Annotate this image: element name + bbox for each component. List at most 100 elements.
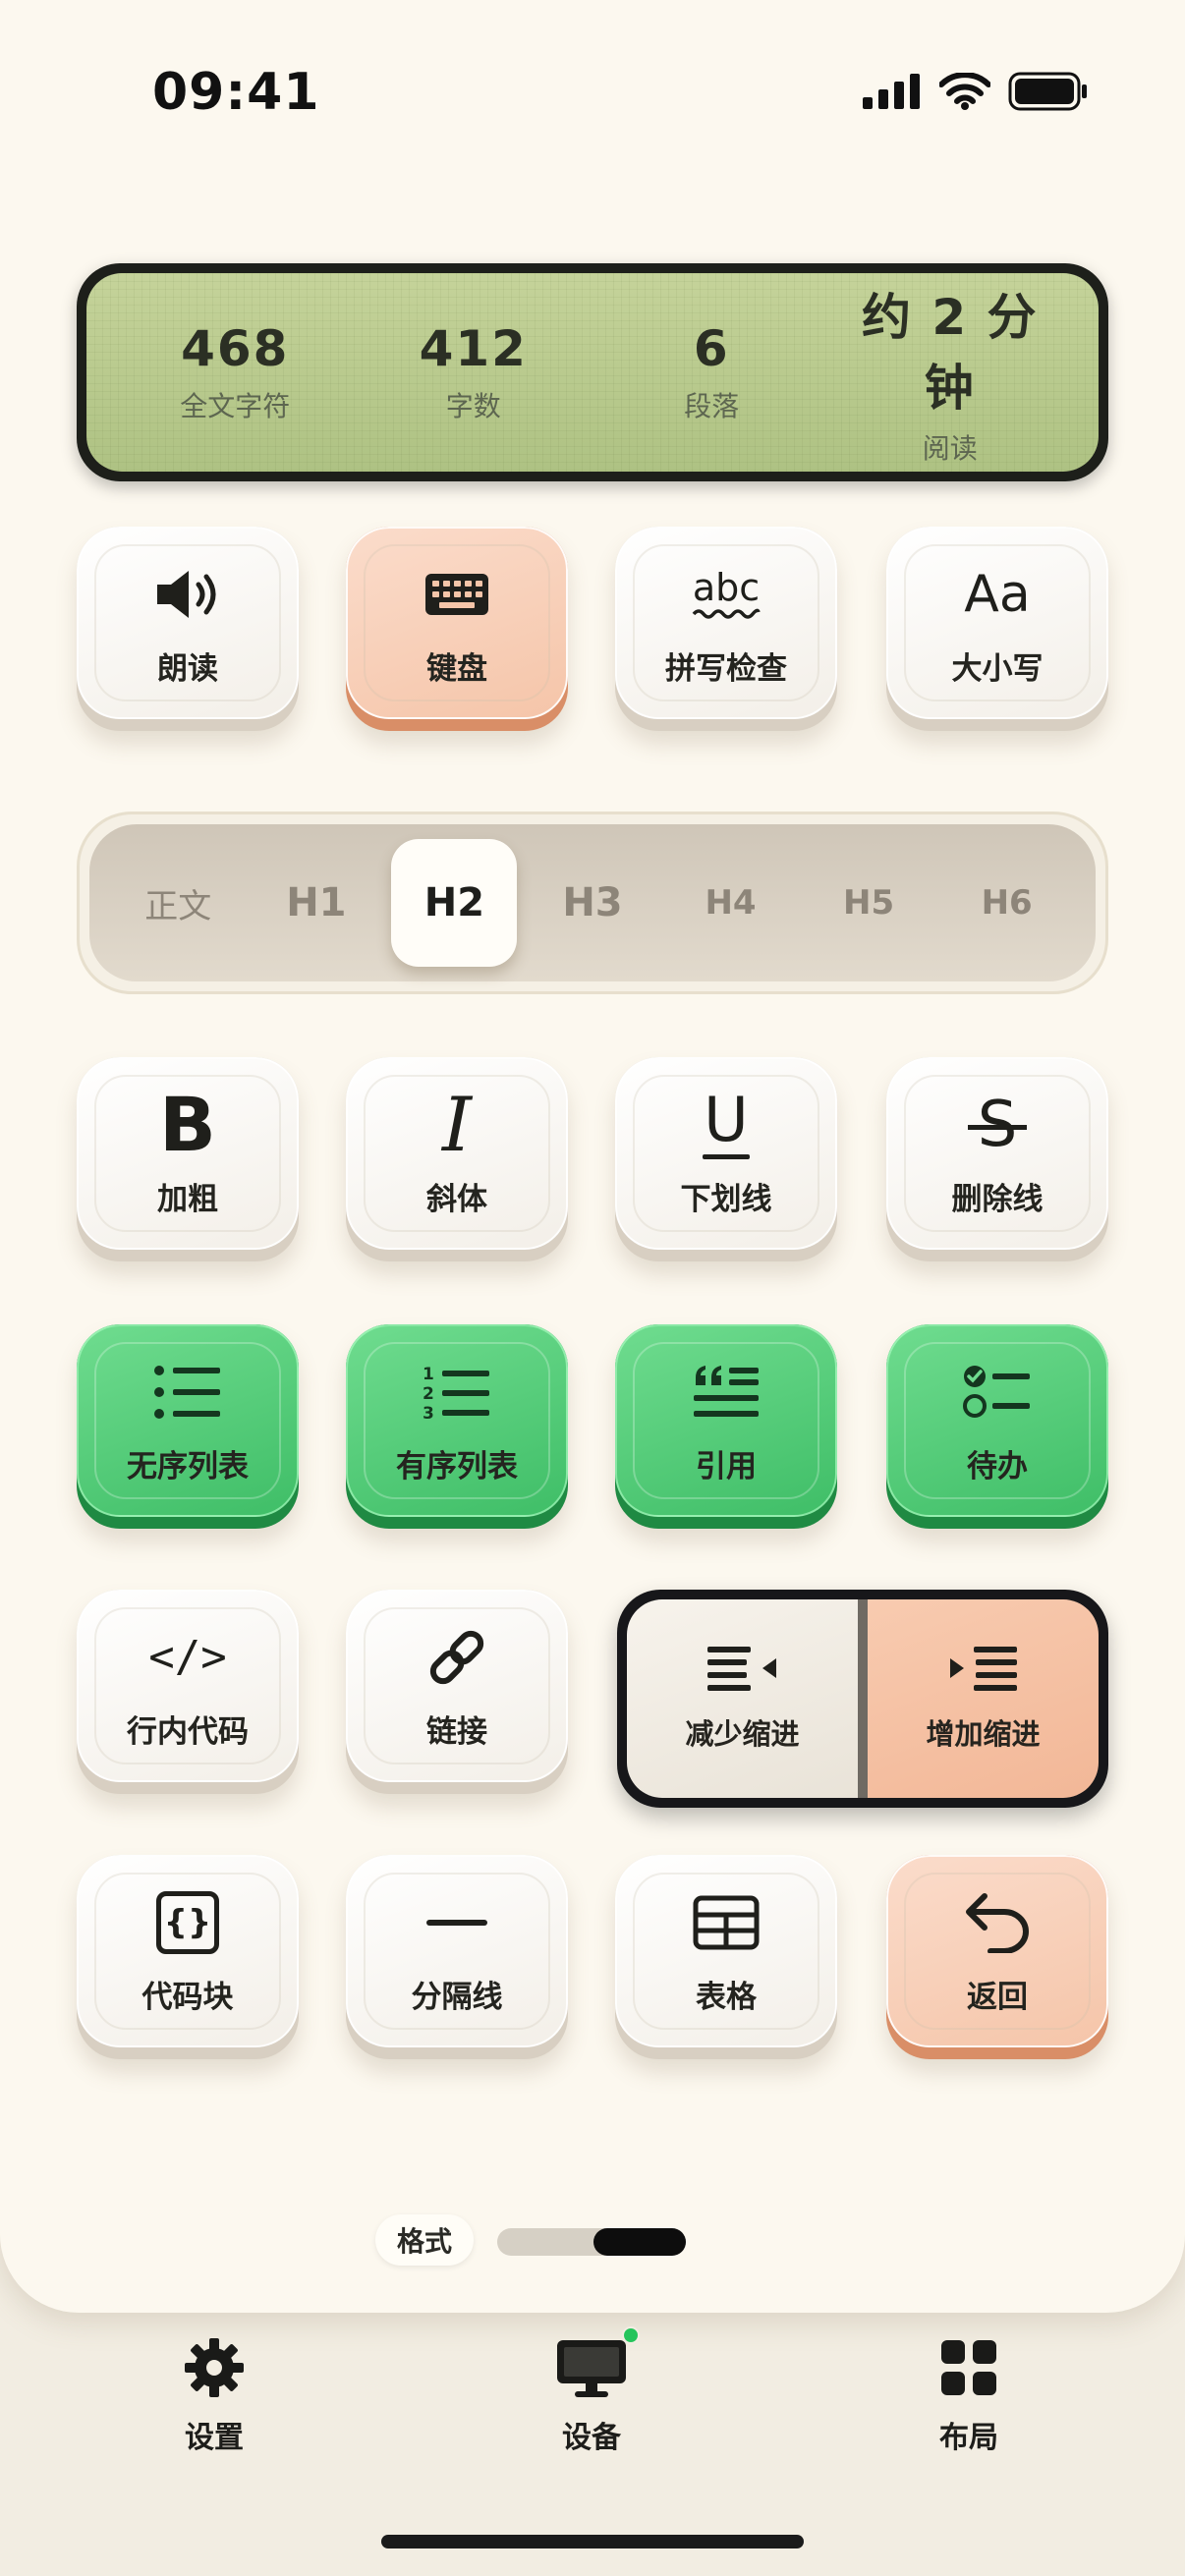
case-icon: Aa [964,559,1030,630]
button-label: 表格 [696,1979,757,2015]
strikethrough-icon: S [967,1089,1028,1161]
inline-code-glyph: </> [148,1632,227,1682]
button-label: 行内代码 [127,1713,249,1750]
button-label: 代码块 [141,1979,234,2015]
indent-button[interactable]: 增加缩进 [868,1599,1099,1798]
quote-button[interactable]: 引用 [615,1324,837,1529]
button-label: 有序列表 [396,1448,518,1484]
button-label: 朗读 [157,650,218,687]
stat-label: 字数 [445,390,501,422]
button-label: 加粗 [157,1181,218,1217]
button-label: 返回 [967,1979,1028,2015]
heading-option-h4[interactable]: H4 [668,839,794,967]
nav-layout[interactable]: 布局 [871,2336,1067,2456]
link-icon [425,1622,488,1693]
heading-option-h3[interactable]: H3 [530,839,655,967]
button-label: 斜体 [426,1181,487,1217]
status-time: 09:41 [152,63,320,122]
spell-check-icon: abc [692,559,761,630]
stat-paragraphs: 6 段落 [598,320,824,424]
button-label: 引用 [696,1448,757,1484]
gear-icon [183,2336,246,2403]
stat-label: 阅读 [922,432,978,465]
button-label: 分隔线 [411,1979,503,2015]
italic-glyph: I [441,1081,473,1168]
ordered-list-button[interactable]: 1 2 3 有序列表 [346,1324,568,1529]
grid-icon [937,2336,1000,2403]
button-label: 大小写 [951,650,1044,687]
heading-option-h2[interactable]: H2 [391,839,518,967]
quote-icon [692,1357,761,1428]
home-indicator[interactable] [381,2535,804,2548]
nav-label: 布局 [939,2421,998,2455]
underline-button[interactable]: U 下划线 [615,1057,837,1261]
code-block-glyph: {} [163,1902,212,1942]
heading-option-h5[interactable]: H5 [806,839,931,967]
bold-glyph: B [159,1081,216,1168]
spell-check-button[interactable]: abc 拼写检查 [615,527,837,731]
stat-words: 412 字数 [361,320,587,424]
table-button[interactable]: 表格 [615,1855,837,2059]
speaker-icon [153,559,222,630]
cellular-signal-icon [863,74,922,113]
case-icon-text: Aa [964,564,1031,624]
status-dot [622,2326,640,2344]
nav-label: 设置 [185,2421,244,2455]
bold-icon: B [159,1081,216,1168]
button-label: 无序列表 [127,1448,249,1484]
link-button[interactable]: 链接 [346,1590,568,1794]
read-aloud-button[interactable]: 朗读 [77,527,299,731]
heading-level-selector: 正文 H1 H2 H3 H4 H5 H6 [77,812,1108,994]
button-label: 下划线 [680,1181,772,1217]
keyboard-button[interactable]: 键盘 [346,527,568,731]
numbered-list-icon: 1 2 3 [423,1357,491,1428]
inline-code-button[interactable]: </> 行内代码 [77,1590,299,1794]
nav-label: 设备 [562,2421,621,2455]
table-icon [693,1887,760,1958]
wifi-icon [938,72,991,114]
stat-value: 412 [419,320,528,377]
nav-devices[interactable]: 设备 [493,2326,690,2456]
button-label: 链接 [426,1713,487,1750]
spell-icon-text: abc [692,565,761,609]
outdent-icon [706,1645,778,1698]
italic-icon: I [442,1081,472,1168]
unordered-list-button[interactable]: 无序列表 [77,1324,299,1529]
undo-arrow-icon [963,1887,1032,1958]
keyboard-icon [424,559,489,630]
italic-button[interactable]: I 斜体 [346,1057,568,1261]
outdent-button[interactable]: 减少缩进 [627,1599,868,1798]
button-label: 拼写检查 [665,650,787,687]
button-label: 减少缩进 [685,1717,800,1751]
bold-button[interactable]: B 加粗 [77,1057,299,1261]
back-button[interactable]: 返回 [886,1855,1108,2059]
case-button[interactable]: Aa 大小写 [886,527,1108,731]
button-label: 待办 [967,1448,1028,1484]
keyboard-panel: 09:41 468 全文字符 412 字数 6 段落 约 2 分钟 阅读 朗读 … [0,0,1185,2313]
battery-icon [1008,72,1089,115]
heading-option-h1[interactable]: H1 [254,839,379,967]
bullet-list-icon [153,1357,222,1428]
svg-text:2: 2 [423,1384,434,1404]
indent-control: 减少缩进 增加缩进 [617,1590,1108,1808]
button-label: 键盘 [426,650,487,687]
horizontal-rule-icon [426,1887,487,1958]
strikethrough-button[interactable]: S 删除线 [886,1057,1108,1261]
divider-button[interactable]: 分隔线 [346,1855,568,2059]
page-label: 格式 [375,2214,474,2266]
stat-value: 468 [181,320,290,377]
heading-option-body[interactable]: 正文 [115,839,241,967]
code-block-button[interactable]: {} 代码块 [77,1855,299,2059]
svg-text:3: 3 [423,1404,434,1421]
stat-reading-time: 约 2 分钟 阅读 [837,278,1063,467]
checklist-icon [963,1357,1032,1428]
button-label: 增加缩进 [926,1717,1041,1751]
code-block-icon: {} [156,1887,219,1958]
stat-label: 全文字符 [180,390,291,422]
stat-value: 6 [693,320,730,377]
todo-button[interactable]: 待办 [886,1324,1108,1529]
page-indicator-thumb[interactable] [593,2228,686,2256]
nav-settings[interactable]: 设置 [116,2336,312,2456]
stat-label: 段落 [684,390,740,422]
heading-option-h6[interactable]: H6 [944,839,1070,967]
